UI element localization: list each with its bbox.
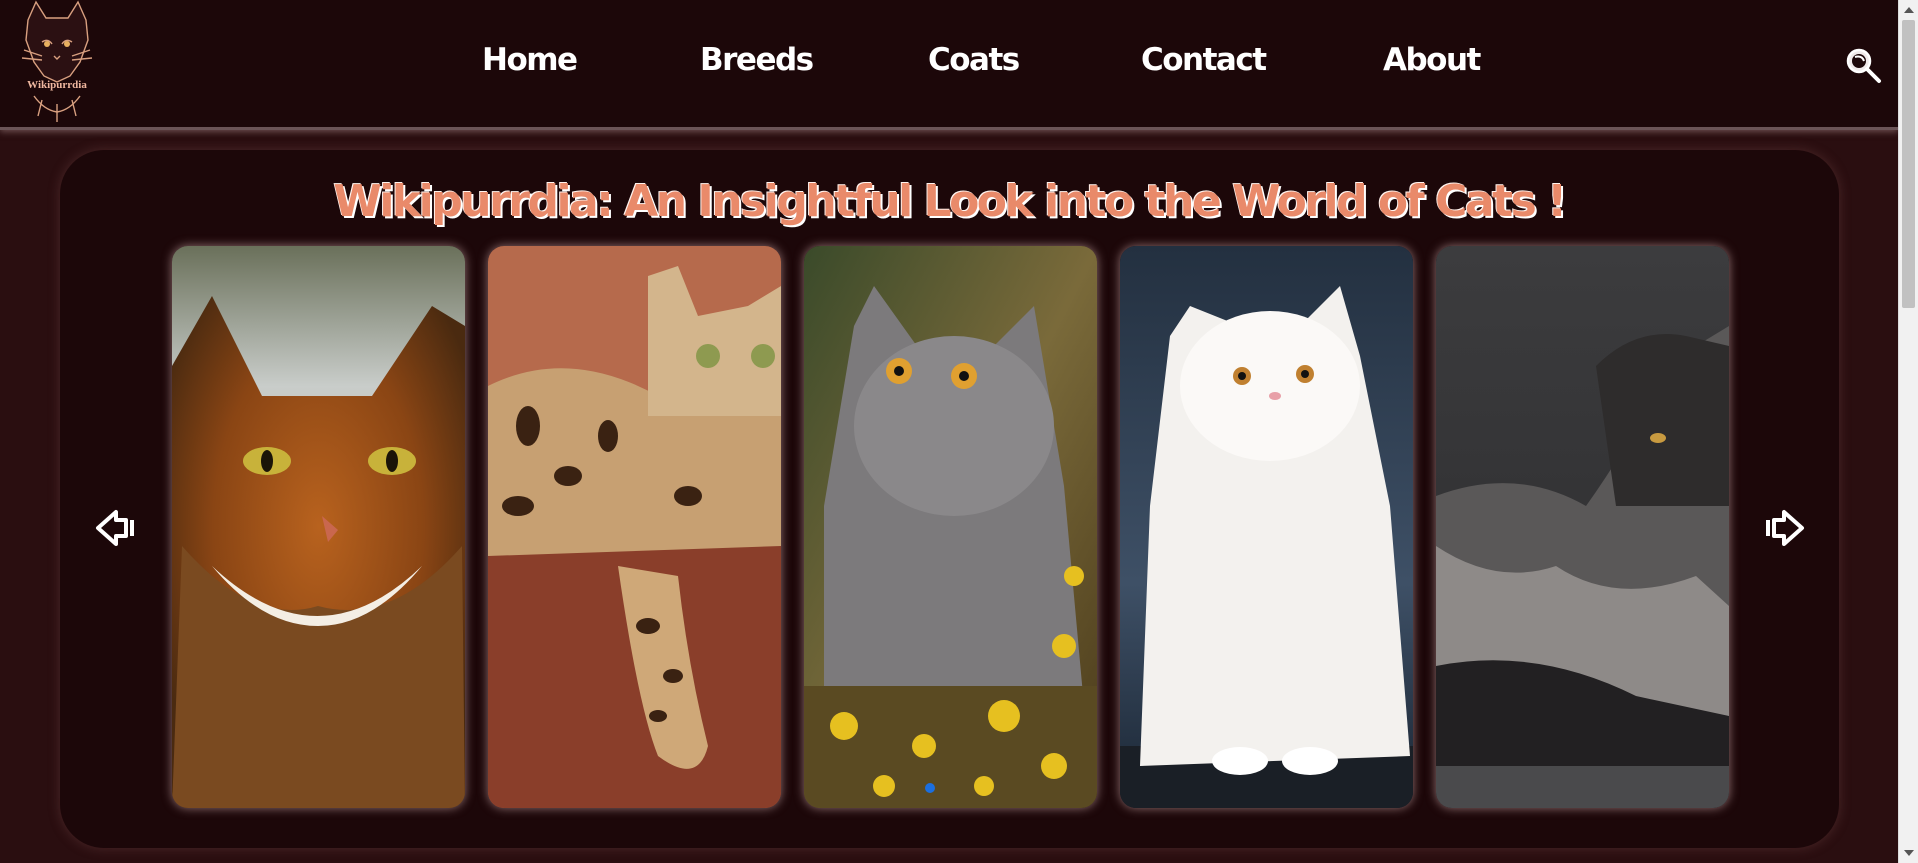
nav-contact[interactable]: Contact (1141, 42, 1267, 78)
cat-photo-spotted (488, 246, 781, 808)
nav-home[interactable]: Home (482, 42, 578, 78)
cat-photo-ruddy (172, 246, 465, 808)
carousel-card[interactable] (488, 246, 781, 808)
carousel-card[interactable] (804, 246, 1097, 808)
cat-photo-gray (804, 246, 1097, 808)
carousel-prev-button[interactable] (94, 506, 138, 550)
arrow-left-icon (96, 510, 134, 546)
carousel-dot[interactable] (925, 783, 935, 793)
scroll-up-icon[interactable] (1904, 7, 1914, 13)
nav-breeds[interactable]: Breeds (700, 42, 814, 78)
cat-photo-white (1120, 246, 1413, 808)
nav-coats[interactable]: Coats (928, 42, 1020, 78)
scroll-down-icon[interactable] (1904, 850, 1914, 856)
hero-title: Wikipurrdia: An Insightful Look into the… (333, 176, 1567, 227)
search-button[interactable] (1844, 46, 1884, 86)
site-header: Wikipurrdia Home Breeds Coats Contact Ab… (0, 0, 1898, 130)
cat-photo-smoke (1436, 246, 1729, 808)
scroll-thumb[interactable] (1902, 20, 1915, 308)
search-icon (1846, 48, 1881, 83)
carousel-card[interactable] (172, 246, 465, 808)
carousel-next-button[interactable] (1762, 506, 1806, 550)
nav-about[interactable]: About (1383, 42, 1481, 78)
page: Wikipurrdia Home Breeds Coats Contact Ab… (0, 0, 1918, 863)
carousel-card[interactable] (1436, 246, 1729, 808)
main-nav: Home Breeds Coats Contact About (0, 42, 1898, 88)
arrow-right-icon (1766, 510, 1804, 546)
page-scrollbar[interactable] (1898, 0, 1918, 863)
carousel-card[interactable] (1120, 246, 1413, 808)
